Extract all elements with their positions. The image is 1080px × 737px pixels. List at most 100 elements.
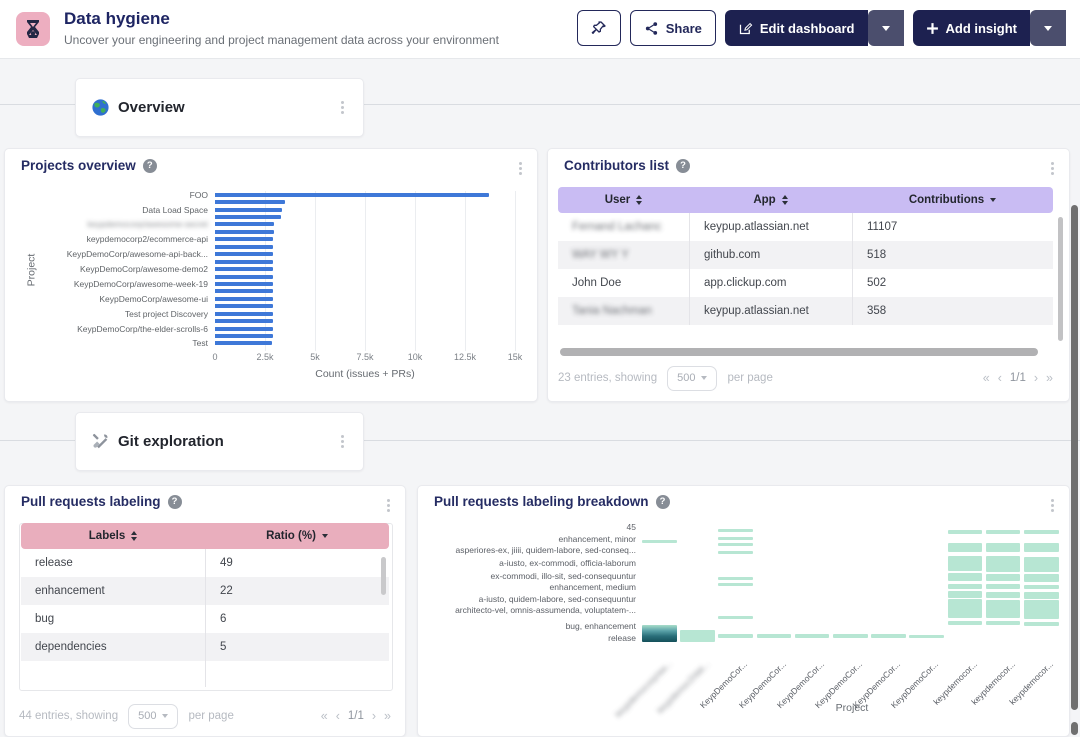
section-git-exploration: Git exploration <box>75 412 364 471</box>
column-header-label: App <box>753 194 775 206</box>
table-cell: 49 <box>205 549 389 577</box>
cell-text: 518 <box>867 249 886 261</box>
page-scrollbar-thumb[interactable] <box>1071 205 1078 710</box>
globe-icon <box>92 99 109 116</box>
table-cell: keypup.atlassian.net <box>689 213 852 241</box>
heatmap-cell <box>1024 530 1059 534</box>
heatmap-cell <box>757 634 792 638</box>
cell-text: WAY WY Y <box>572 249 629 261</box>
column-header-user[interactable]: User <box>558 194 689 206</box>
bar <box>215 319 273 323</box>
last-page-button[interactable]: » <box>384 709 391 723</box>
table-cell: 518 <box>852 241 1053 269</box>
add-insight-label: Add insight <box>946 21 1018 36</box>
help-icon[interactable]: ? <box>143 159 157 173</box>
tools-icon <box>92 433 109 450</box>
table-cell: Tania Nachman <box>558 297 689 325</box>
card-title-text: Contributors list <box>564 158 669 173</box>
next-page-button[interactable]: › <box>372 709 376 723</box>
last-page-button[interactable]: » <box>1046 371 1053 385</box>
bar <box>215 327 273 331</box>
heatmap-cell <box>948 556 983 571</box>
page-size-select[interactable]: 500 <box>128 704 178 729</box>
projects-overview-menu[interactable] <box>516 159 525 178</box>
page-size-select[interactable]: 500 <box>667 366 717 391</box>
column-header-labels[interactable]: Labels <box>21 530 205 542</box>
heatmap-cell <box>948 584 983 589</box>
heatmap-row-label: architecto-vel, omnis-assumenda, volupta… <box>426 605 636 615</box>
bar-label: KeypDemoCorp/the-elder-scrolls-6 <box>5 324 215 334</box>
heatmap-cell <box>948 599 983 618</box>
help-icon[interactable]: ? <box>168 495 182 509</box>
pin-button[interactable] <box>577 10 621 46</box>
contributors-footer: 23 entries, showing 500 per page « ‹ 1/1… <box>558 363 1053 393</box>
app-logo <box>16 12 50 46</box>
first-page-button[interactable]: « <box>321 709 328 723</box>
heatmap-cell <box>833 634 868 638</box>
table-cell: 502 <box>852 269 1053 297</box>
column-header-ratio-[interactable]: Ratio (%) <box>205 530 389 542</box>
edit-dashboard-button[interactable]: Edit dashboard <box>725 10 868 46</box>
bar <box>215 237 273 241</box>
column-header-app[interactable]: App <box>689 194 852 206</box>
heatmap-cell <box>986 543 1021 552</box>
table-cell: 358 <box>852 297 1053 325</box>
breakdown-xlabel: Project <box>642 702 1062 714</box>
projects-chart-xlabel: Count (issues + PRs) <box>215 368 515 380</box>
heatmap-cell <box>986 621 1021 625</box>
bar <box>215 215 281 219</box>
page-size-value: 500 <box>677 372 695 384</box>
column-header-contributions[interactable]: Contributions <box>852 194 1053 206</box>
next-page-button[interactable]: › <box>1034 371 1038 385</box>
contributors-table: UserAppContributionsFernand Lachanckeypu… <box>558 187 1053 325</box>
bar-label: Test <box>5 338 215 348</box>
bar-row: KeypDemoCorp/awesome-api-back... <box>5 251 537 258</box>
heatmap-cell <box>1024 557 1059 572</box>
page-size-value: 500 <box>138 710 156 722</box>
add-insight-menu-button[interactable] <box>1030 10 1066 46</box>
help-icon[interactable]: ? <box>676 159 690 173</box>
table-cell: 5 <box>205 633 389 661</box>
pr-labeling-menu[interactable] <box>384 496 393 515</box>
bar <box>215 267 273 271</box>
contributors-menu[interactable] <box>1048 159 1057 178</box>
horizontal-scrollbar[interactable] <box>560 348 1038 356</box>
x-tick-label: 15k <box>508 352 523 362</box>
card-title-text: Pull requests labeling <box>21 494 161 509</box>
dashboard-title: Data hygiene <box>64 9 170 29</box>
first-page-button[interactable]: « <box>983 371 990 385</box>
bar <box>215 304 273 308</box>
heatmap-cell <box>948 573 983 581</box>
bar <box>215 341 272 345</box>
cell-text: 49 <box>220 557 233 569</box>
heatmap-cell <box>948 543 983 552</box>
share-button[interactable]: Share <box>630 10 716 46</box>
heatmap-cell <box>1024 543 1059 552</box>
bar-label: keypdemocorp/awesome-secret <box>5 219 215 229</box>
pr-labeling-title: Pull requests labeling ? <box>21 494 182 509</box>
section-overview-menu[interactable] <box>338 98 347 117</box>
bar <box>215 297 273 301</box>
page-scrollbar-thumb[interactable] <box>1071 722 1078 735</box>
cell-text: 358 <box>867 305 886 317</box>
prev-page-button[interactable]: ‹ <box>336 709 340 723</box>
sort-icon <box>131 531 137 541</box>
cell-text: enhancement <box>35 585 105 597</box>
section-git-menu[interactable] <box>338 432 347 451</box>
card-title-text: Projects overview <box>21 158 136 173</box>
prev-page-button[interactable]: ‹ <box>998 371 1002 385</box>
bar <box>215 252 273 256</box>
edit-dashboard-menu-button[interactable] <box>868 10 904 46</box>
per-page-text: per page <box>727 372 772 384</box>
table-cell: github.com <box>689 241 852 269</box>
bar-row: keypdemocorp2/ecommerce-api <box>5 236 537 243</box>
heatmap-cell <box>1024 622 1059 626</box>
section-overview: Overview <box>75 78 364 137</box>
chevron-down-icon <box>162 714 168 718</box>
edit-dashboard-group: Edit dashboard <box>725 10 904 46</box>
vertical-scrollbar[interactable] <box>381 557 386 595</box>
bar <box>215 222 274 226</box>
vertical-scrollbar[interactable] <box>1058 217 1063 341</box>
table-header: User App Contributions <box>558 187 1053 213</box>
add-insight-button[interactable]: Add insight <box>913 10 1031 46</box>
